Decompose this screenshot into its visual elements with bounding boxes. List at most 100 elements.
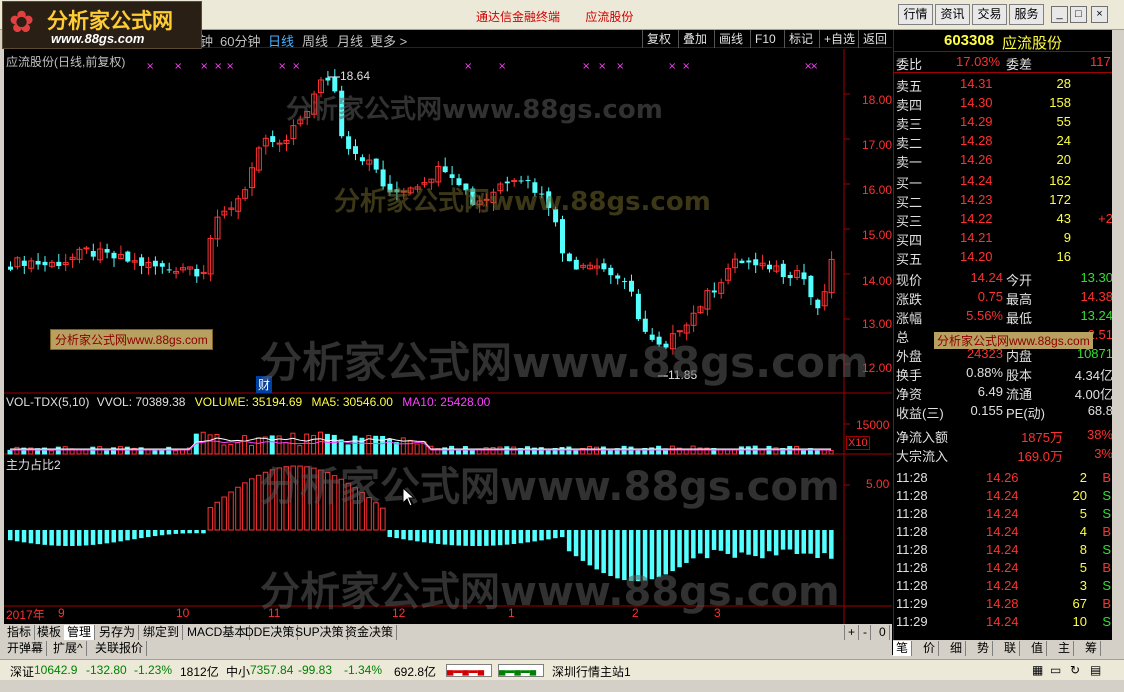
signal-marker: ×	[464, 61, 472, 72]
layout-icon[interactable]: ▦	[1032, 663, 1043, 677]
volume-bar	[331, 434, 337, 455]
indicator-bar-negative	[194, 530, 199, 534]
buy-row: 买二 14.23 172	[894, 192, 1112, 211]
indicator-bar-negative	[187, 530, 192, 534]
minimize-icon[interactable]: _	[1051, 6, 1068, 23]
tab-extend[interactable]: 扩展^	[50, 641, 87, 656]
volume-bar	[83, 449, 89, 455]
period-more[interactable]: 更多 >	[370, 31, 407, 50]
quote-row: 涨幅 5.56% 最低 13.24	[894, 308, 1112, 327]
quote-label-2: 股本	[1006, 368, 1033, 383]
price-tick-15: 15.00	[862, 228, 893, 242]
close-icon[interactable]: ×	[1091, 6, 1108, 23]
lock-icon[interactable]: ▤	[1090, 663, 1101, 677]
indicator-bar-negative	[97, 530, 103, 545]
tab-macd[interactable]: MACD基本	[184, 625, 251, 640]
period-daily[interactable]: 日线	[268, 31, 294, 50]
chart-title: 应流股份(日线,前复权)	[6, 55, 126, 69]
tab-template[interactable]: 模板	[34, 625, 66, 640]
candle-body-down	[808, 275, 814, 298]
period-60min[interactable]: 60分钟	[220, 31, 260, 50]
ma5-value: MA5: 30546.00	[311, 395, 393, 409]
panel-tab[interactable]: 细	[947, 641, 967, 656]
quote-value: 0.88%	[966, 365, 1003, 380]
candle-body-down	[111, 252, 117, 259]
panel-tab[interactable]: 值	[1028, 641, 1048, 656]
indicator-bar-negative	[35, 530, 41, 545]
panel-tab[interactable]: 笔	[893, 641, 913, 656]
tab-bind-to[interactable]: 绑定到	[140, 625, 184, 640]
tick-row: 11:28 14.24 4 B	[894, 524, 1112, 543]
period-weekly[interactable]: 周线	[302, 31, 328, 50]
tab-fund[interactable]: 资金决策	[342, 625, 398, 640]
back-button[interactable]: 返回	[858, 30, 891, 48]
maximize-icon[interactable]: □	[1070, 6, 1087, 23]
tick-price: 14.24	[986, 614, 1019, 629]
tab-manage[interactable]: 管理	[64, 625, 96, 640]
overlay-button[interactable]: 叠加	[678, 30, 711, 48]
news-button[interactable]: 资讯	[935, 4, 970, 25]
panel-tab[interactable]: 价	[920, 641, 940, 656]
indicator-bar-negative	[42, 530, 47, 545]
indicator-bar-negative	[77, 530, 82, 546]
draw-button[interactable]: 画线	[714, 30, 747, 48]
volume-bar	[373, 435, 379, 455]
tick-time: 11:28	[896, 506, 928, 521]
service-button[interactable]: 服务	[1009, 4, 1044, 25]
ma10-value: MA10: 25428.00	[402, 395, 491, 409]
tick-price: 14.24	[986, 578, 1019, 593]
add-favorite-button[interactable]: +自选	[819, 30, 859, 48]
quote-label-2: PE(动)	[1006, 406, 1046, 421]
monitor-icon[interactable]: ▭	[1050, 663, 1061, 677]
candle-body-down	[573, 259, 579, 270]
trade-button[interactable]: 交易	[972, 4, 1007, 25]
refresh-icon[interactable]: ↻	[1070, 663, 1080, 677]
breadth-indicator-2-icon: ▄▬▄▬▄	[498, 664, 544, 677]
candle-body-down	[90, 250, 96, 257]
server-name[interactable]: 深圳行情主站1	[552, 663, 631, 680]
tab-sup[interactable]: SUP决策	[292, 625, 348, 640]
order-price: 14.26	[960, 152, 993, 167]
logo-url: www.88gs.com	[51, 31, 145, 46]
flow-value: 1875万	[1021, 430, 1063, 445]
mark-button[interactable]: 标记	[784, 30, 817, 48]
buy-row: 买四 14.21 9	[894, 230, 1112, 249]
tab-related-quotes[interactable]: 关联报价	[92, 641, 148, 656]
indicator-bar-negative	[546, 530, 551, 540]
quote-label-2: 最低	[1006, 311, 1033, 326]
order-price: 14.22	[960, 211, 993, 226]
stock-name: 应流股份	[1002, 35, 1063, 52]
zoom-reset-button[interactable]: 0	[876, 625, 890, 640]
tick-price: 14.24	[986, 506, 1019, 521]
panel-tab[interactable]: 主	[1055, 641, 1075, 656]
tick-side: S	[1102, 614, 1111, 629]
f10-button[interactable]: F10	[750, 30, 780, 48]
tick-volume: 20	[1072, 488, 1087, 503]
tab-danmu[interactable]: 开弹幕	[4, 641, 48, 656]
indicator-bar-negative	[484, 530, 489, 546]
tab-dde[interactable]: DDE决策	[242, 625, 299, 640]
tab-save-as[interactable]: 另存为	[96, 625, 140, 640]
volume-bar	[345, 444, 351, 455]
candle-body-down	[787, 275, 793, 279]
tab-indicator[interactable]: 指标	[4, 625, 36, 640]
volume-bar	[283, 442, 289, 455]
kline-chart-area[interactable]: × × × × × × × × × × × × × × × × 应流股份(日线,前复权) 18.64 11.8…	[4, 49, 892, 635]
quote-label: 涨幅	[896, 311, 923, 326]
tick-time: 11:28	[896, 542, 928, 557]
period-monthly[interactable]: 月线	[337, 31, 363, 50]
sz-label: 深证	[10, 665, 35, 679]
panel-tab[interactable]: 筹	[1082, 641, 1102, 656]
zoom-out-button[interactable]: -	[860, 625, 871, 640]
adjust-button[interactable]: 复权	[642, 30, 675, 48]
market-button[interactable]: 行情	[898, 4, 933, 25]
watermark-large-2: 分析家公式网www.88gs.com	[260, 464, 840, 510]
panel-tabs: 笔价细势联值主筹	[893, 640, 1112, 656]
volume-bar	[414, 443, 420, 455]
panel-tab[interactable]: 势	[974, 641, 994, 656]
volume-tick: 15000	[856, 418, 890, 432]
zoom-in-button[interactable]: +	[844, 625, 860, 640]
panel-tab[interactable]: 联	[1001, 641, 1021, 656]
indicator-bar-negative	[173, 530, 179, 534]
watermark-box-right: 分析家公式网www.88gs.com	[934, 332, 1093, 349]
